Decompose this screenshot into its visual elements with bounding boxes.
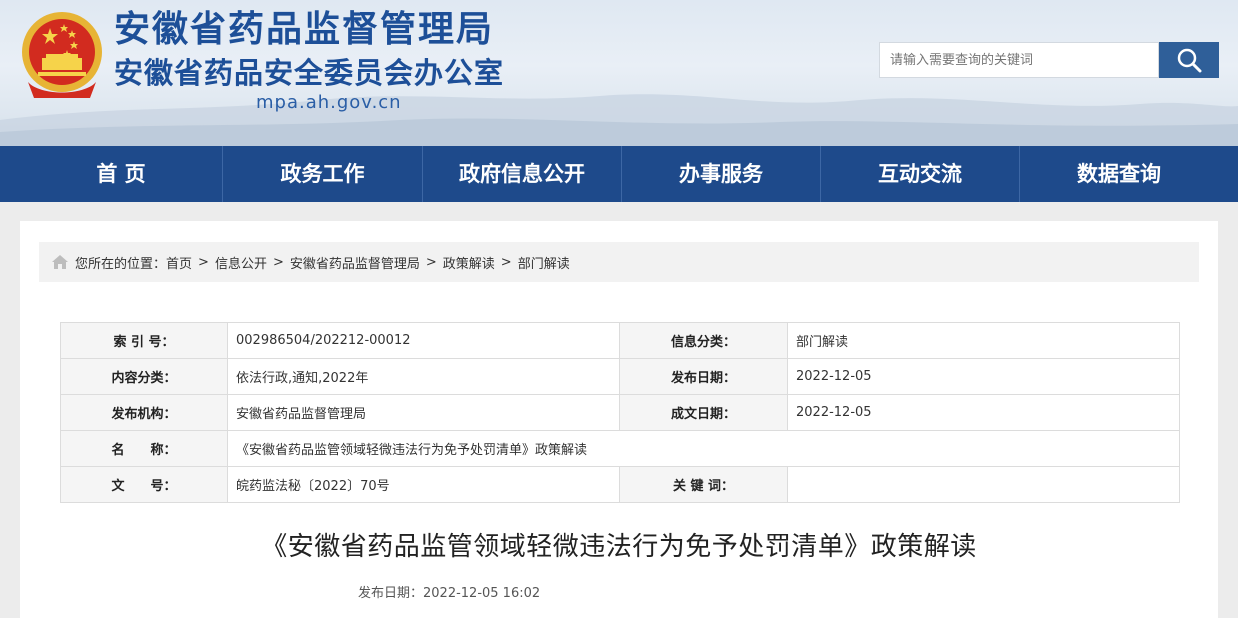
breadcrumb-policy-interpretation[interactable]: 政策解读	[443, 253, 495, 272]
nav-item-interaction[interactable]: 互动交流	[820, 146, 1019, 202]
table-row: 内容分类： 依法行政,通知,2022年 发布日期： 2022-12-05	[60, 358, 1180, 395]
nav-item-government-affairs[interactable]: 政务工作	[222, 146, 422, 202]
nav-item-information-disclosure[interactable]: 政府信息公开	[422, 146, 621, 202]
site-subtitle: 安徽省药品安全委员会办公室	[114, 56, 505, 90]
article-publish-date: 发布日期：2022-12-05 16:02	[358, 586, 541, 601]
breadcrumb-separator: >	[272, 254, 284, 270]
breadcrumb-separator: >	[500, 254, 512, 270]
label-written-date: 成文日期：	[619, 394, 788, 431]
breadcrumb-separator: >	[198, 254, 209, 270]
value-issuing-agency: 安徽省药品监督管理局	[227, 394, 620, 431]
main-navigation: 首 页 政务工作 政府信息公开 办事服务 互动交流 数据查询	[0, 146, 1238, 202]
breadcrumb: 您所在的位置： 首页 > 信息公开 > 安徽省药品监督管理局 > 政策解读 > …	[39, 242, 1199, 282]
table-row: 文 号： 皖药监法秘〔2022〕70号 关 键 词：	[60, 466, 1180, 503]
label-name: 名 称：	[60, 430, 228, 467]
label-issuing-agency: 发布机构：	[60, 394, 228, 431]
label-document-number: 文 号：	[60, 466, 228, 503]
breadcrumb-prefix: 您所在的位置：	[75, 256, 167, 272]
label-info-category: 信息分类：	[619, 322, 788, 359]
breadcrumb-separator: >	[425, 254, 437, 270]
value-document-number: 皖药监法秘〔2022〕70号	[227, 466, 620, 503]
search-button[interactable]	[1159, 42, 1219, 78]
national-emblem-icon	[22, 12, 102, 98]
nav-item-home[interactable]: 首 页	[20, 146, 222, 202]
site-title: 安徽省药品监督管理局	[114, 9, 495, 50]
info-table: 索 引 号： 002986504/202212-00012 信息分类： 部门解读…	[60, 322, 1180, 503]
article-title: 《安徽省药品监管领域轻微违法行为免予处罚清单》政策解读	[261, 532, 977, 562]
label-content-category: 内容分类：	[60, 358, 228, 395]
site-url: mpa.ah.gov.cn	[256, 92, 402, 113]
search-input[interactable]	[879, 42, 1159, 78]
site-header: 安徽省药品监督管理局 安徽省药品安全委员会办公室 mpa.ah.gov.cn	[0, 0, 1238, 146]
nav-item-data-query[interactable]: 数据查询	[1019, 146, 1218, 202]
value-info-category: 部门解读	[787, 322, 1180, 359]
breadcrumb-info-disclosure[interactable]: 信息公开	[215, 253, 267, 272]
label-publish-date: 发布日期：	[619, 358, 788, 395]
nav-item-services[interactable]: 办事服务	[621, 146, 820, 202]
breadcrumb-home[interactable]: 首页	[166, 253, 192, 272]
breadcrumb-bureau[interactable]: 安徽省药品监督管理局	[290, 253, 420, 272]
label-keywords: 关 键 词：	[619, 466, 788, 503]
value-publish-date: 2022-12-05	[787, 358, 1180, 395]
home-icon	[52, 255, 68, 269]
table-row: 发布机构： 安徽省药品监督管理局 成文日期： 2022-12-05	[60, 394, 1180, 431]
table-row: 名 称： 《安徽省药品监管领域轻微违法行为免予处罚清单》政策解读	[60, 430, 1180, 467]
value-keywords	[787, 466, 1180, 503]
value-written-date: 2022-12-05	[787, 394, 1180, 431]
table-row: 索 引 号： 002986504/202212-00012 信息分类： 部门解读	[60, 322, 1180, 359]
label-index-number: 索 引 号：	[60, 322, 228, 359]
breadcrumb-department-interpretation[interactable]: 部门解读	[518, 253, 570, 272]
value-name: 《安徽省药品监管领域轻微违法行为免予处罚清单》政策解读	[227, 430, 1180, 467]
value-content-category: 依法行政,通知,2022年	[227, 358, 620, 395]
value-index-number: 002986504/202212-00012	[227, 322, 620, 359]
search-icon	[1177, 48, 1202, 73]
